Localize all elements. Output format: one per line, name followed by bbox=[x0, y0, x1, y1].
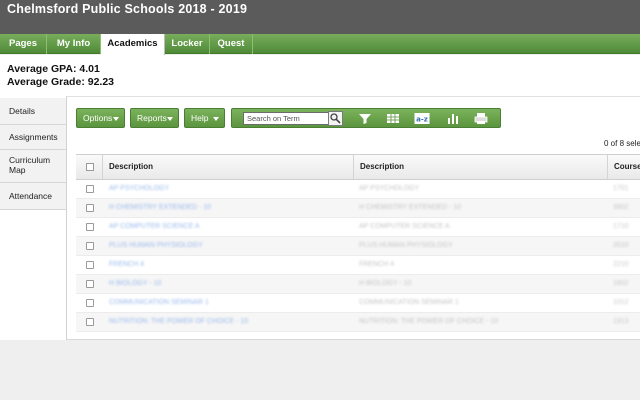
table-header: Description Description Course bbox=[76, 154, 640, 180]
row-description: AP COMPUTER SCIENCE A bbox=[359, 223, 450, 230]
sidebar-item-details[interactable]: Details bbox=[0, 98, 66, 125]
help-label: Help bbox=[191, 113, 209, 123]
column-header-description[interactable]: Description bbox=[102, 155, 354, 179]
side-menu: Details Assignments Curriculum Map Atten… bbox=[0, 98, 66, 210]
page-footer-area bbox=[0, 340, 640, 400]
table-row[interactable]: FRENCH 4 FRENCH 4 2210 bbox=[76, 256, 640, 275]
average-grade: Average Grade: 92.23 bbox=[7, 76, 115, 88]
table-row[interactable]: AP COMPUTER SCIENCE A AP COMPUTER SCIENC… bbox=[76, 218, 640, 237]
tab-locker[interactable]: Locker bbox=[165, 34, 210, 54]
row-checkbox[interactable] bbox=[86, 318, 94, 326]
grade-summary: Average GPA: 4.01 Average Grade: 92.23 bbox=[7, 63, 114, 89]
help-button[interactable]: Help bbox=[184, 108, 225, 128]
top-nav: Pages My Info Academics Locker Quest bbox=[0, 34, 640, 55]
table-row[interactable]: NUTRITION: THE POWER OF CHOICE - 10 NUTR… bbox=[76, 313, 640, 332]
row-course: 1913 bbox=[613, 318, 629, 325]
row-description-link[interactable]: FRENCH 4 bbox=[109, 259, 259, 271]
row-checkbox[interactable] bbox=[86, 261, 94, 269]
tab-pages[interactable]: Pages bbox=[0, 34, 47, 54]
print-icon[interactable] bbox=[474, 112, 488, 125]
tab-quest[interactable]: Quest bbox=[210, 34, 253, 54]
row-checkbox[interactable] bbox=[86, 299, 94, 307]
select-all-checkbox[interactable] bbox=[86, 163, 94, 171]
reports-button[interactable]: Reports bbox=[130, 108, 179, 128]
row-checkbox[interactable] bbox=[86, 223, 94, 231]
options-label: Options bbox=[83, 113, 113, 123]
row-description: COMMUNICATION SEMINAR 1 bbox=[359, 299, 459, 306]
table-row[interactable]: H CHEMISTRY EXTENDED - 10 H CHEMISTRY EX… bbox=[76, 199, 640, 218]
row-checkbox[interactable] bbox=[86, 204, 94, 212]
row-description: AP PSYCHOLOGY bbox=[359, 185, 420, 192]
row-course: 1012 bbox=[613, 299, 629, 306]
sidebar-item-attendance[interactable]: Attendance bbox=[0, 183, 66, 210]
sort-az-icon[interactable]: a-z bbox=[414, 112, 430, 125]
row-checkbox[interactable] bbox=[86, 242, 94, 250]
row-course: 3802 bbox=[613, 204, 629, 211]
row-description: H BIOLOGY - 10 bbox=[359, 280, 412, 287]
row-course: 1802 bbox=[613, 280, 629, 287]
page-title: Chelmsford Public Schools 2018 - 2019 bbox=[7, 2, 248, 16]
chevron-down-icon bbox=[113, 117, 119, 121]
app-header: Chelmsford Public Schools 2018 - 2019 bbox=[0, 0, 640, 34]
row-description-link[interactable]: AP PSYCHOLOGY bbox=[109, 183, 259, 195]
reports-label: Reports bbox=[137, 113, 167, 123]
row-description: NUTRITION: THE POWER OF CHOICE - 10 bbox=[359, 318, 499, 325]
filter-icon[interactable] bbox=[358, 112, 372, 125]
svg-text:a-z: a-z bbox=[416, 116, 428, 124]
sidebar-item-assignments[interactable]: Assignments bbox=[0, 125, 66, 150]
row-description: FRENCH 4 bbox=[359, 261, 395, 268]
chevron-down-icon bbox=[213, 117, 219, 121]
table-row[interactable]: PLUS HUMAN PHYSIOLOGY PLUS HUMAN PHYSIOL… bbox=[76, 237, 640, 256]
row-description-link[interactable]: NUTRITION: THE POWER OF CHOICE - 10 bbox=[109, 316, 259, 328]
options-button[interactable]: Options bbox=[76, 108, 125, 128]
sidebar-item-curriculum-map[interactable]: Curriculum Map bbox=[0, 150, 66, 183]
chevron-down-icon bbox=[167, 117, 173, 121]
tab-my-info[interactable]: My Info bbox=[47, 34, 101, 54]
row-description-link[interactable]: AP COMPUTER SCIENCE A bbox=[109, 221, 259, 233]
row-description: H CHEMISTRY EXTENDED - 10 bbox=[359, 204, 462, 211]
row-course: 1710 bbox=[613, 223, 629, 230]
search-icon[interactable] bbox=[328, 111, 343, 126]
selection-count: 0 of 8 sele bbox=[604, 139, 640, 148]
row-course: 3533 bbox=[613, 242, 629, 249]
row-description: PLUS HUMAN PHYSIOLOGY bbox=[359, 242, 453, 249]
row-checkbox[interactable] bbox=[86, 185, 94, 193]
row-description-link[interactable]: H CHEMISTRY EXTENDED - 10 bbox=[109, 202, 259, 214]
table-row[interactable]: COMMUNICATION SEMINAR 1 COMMUNICATION SE… bbox=[76, 294, 640, 313]
average-gpa: Average GPA: 4.01 bbox=[7, 63, 100, 75]
search-input[interactable]: Search on Term bbox=[243, 112, 329, 125]
grid-icon[interactable] bbox=[386, 112, 400, 125]
row-description-link[interactable]: PLUS HUMAN PHYSIOLOGY bbox=[109, 240, 259, 252]
row-description-link[interactable]: COMMUNICATION SEMINAR 1 bbox=[109, 297, 259, 309]
row-course: 1701 bbox=[613, 185, 629, 192]
column-header-description-2[interactable]: Description bbox=[353, 155, 608, 179]
table-row[interactable]: H BIOLOGY - 10 H BIOLOGY - 10 1802 bbox=[76, 275, 640, 294]
row-description-link[interactable]: H BIOLOGY - 10 bbox=[109, 278, 259, 290]
column-header-course[interactable]: Course bbox=[607, 155, 640, 179]
table-row[interactable]: AP PSYCHOLOGY AP PSYCHOLOGY 1701 bbox=[76, 180, 640, 199]
grid-toolbar: Search on Term a-z bbox=[231, 108, 501, 128]
row-checkbox[interactable] bbox=[86, 280, 94, 288]
row-course: 2210 bbox=[613, 261, 629, 268]
tab-academics[interactable]: Academics bbox=[101, 34, 165, 55]
chart-icon[interactable] bbox=[446, 112, 460, 125]
